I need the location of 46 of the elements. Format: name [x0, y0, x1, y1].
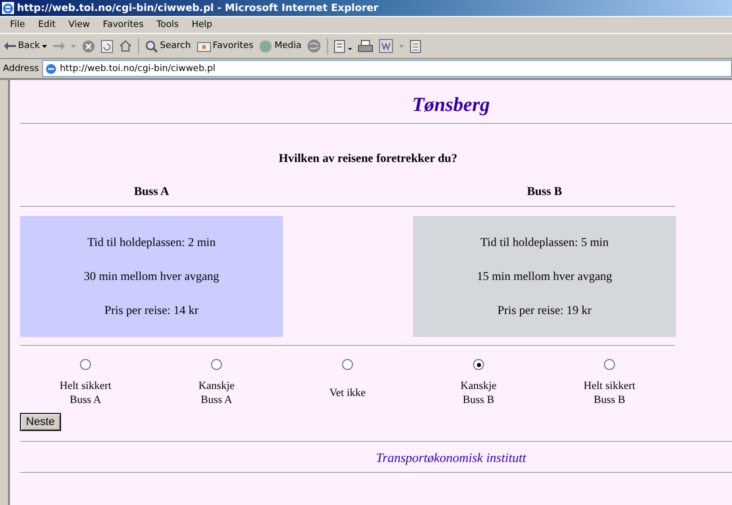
- radio-button[interactable]: [211, 359, 222, 370]
- page-icon: [44, 62, 57, 74]
- radio-button[interactable]: [342, 359, 353, 370]
- radio-button[interactable]: [80, 359, 91, 370]
- menu-item[interactable]: Help: [186, 20, 220, 30]
- favorites-button[interactable]: Favorites: [196, 40, 254, 52]
- choice-label: Kanskje Buss B: [460, 378, 497, 408]
- option-heading: Buss A: [134, 183, 170, 200]
- menu-item[interactable]: Favorites: [96, 20, 151, 30]
- choice-label: Vet ikke: [329, 386, 366, 400]
- footer-text: Transportøkonomisk institutt: [375, 449, 528, 467]
- attribute-text: Pris per reise: 19 kr: [498, 302, 592, 318]
- next-button[interactable]: Neste: [20, 413, 61, 431]
- attribute-text: Pris per reise: 14 kr: [104, 302, 198, 318]
- option-heading: Buss B: [526, 183, 562, 200]
- stop-icon[interactable]: [82, 40, 95, 52]
- media-button[interactable]: Media: [259, 40, 302, 52]
- printer-icon[interactable]: [358, 40, 374, 52]
- document-edit-icon[interactable]: [379, 39, 394, 53]
- menu-item[interactable]: File: [4, 20, 32, 30]
- attribute-text: Tid til holdeplassen: 2 min: [87, 235, 216, 250]
- address-label: Address: [3, 64, 39, 74]
- attribute-text: 15 min mellom hver avgang: [476, 268, 612, 284]
- choice-label: Helt sikkert Buss A: [60, 378, 112, 408]
- choice-label: Kanskje Buss A: [198, 378, 235, 408]
- radio-button[interactable]: [473, 359, 484, 370]
- question-text: Hvilken av reisene foretrekker du?: [278, 150, 458, 166]
- choice-label: Helt sikkert Buss B: [584, 378, 636, 408]
- back-arrow-icon: [4, 42, 16, 50]
- back-button[interactable]: Back: [4, 41, 47, 51]
- page-heading: Tønsberg: [411, 93, 491, 118]
- refresh-icon[interactable]: [100, 40, 113, 52]
- attribute-text: 30 min mellom hver avgang: [84, 268, 220, 284]
- search-button[interactable]: Search: [144, 40, 191, 52]
- menu-item[interactable]: View: [62, 20, 97, 30]
- window-title: http://web.toi.no/cgi-bin/ciwweb.pl - Microsoft Internet Explorer: [17, 2, 378, 14]
- notepad-icon[interactable]: [410, 40, 422, 52]
- menu-item[interactable]: Tools: [150, 20, 186, 30]
- menu-item[interactable]: Edit: [32, 20, 62, 30]
- caret-icon: [42, 44, 47, 48]
- radio-button[interactable]: [604, 359, 615, 370]
- home-icon[interactable]: [118, 40, 132, 52]
- address-field[interactable]: http://web.toi.no/cgi-bin/ciwweb.pl: [42, 60, 732, 77]
- folder-icon: [196, 40, 211, 52]
- search-icon: [144, 40, 158, 52]
- attribute-text: Tid til holdeplassen: 5 min: [480, 235, 609, 250]
